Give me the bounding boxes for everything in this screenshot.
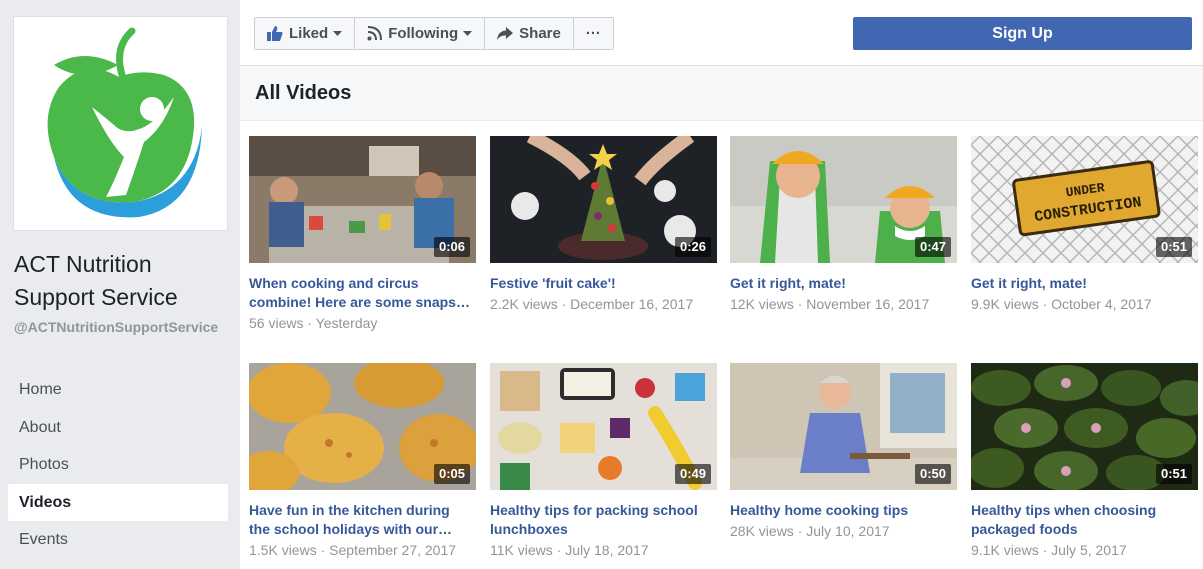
share-arrow-icon [497,27,514,40]
video-views: 9.1K views [971,542,1039,558]
more-options-icon: ··· [585,25,601,42]
page-handle[interactable]: @ACTNutritionSupportService [14,318,229,336]
video-thumbnail[interactable]: 0:26 [490,136,717,263]
video-duration: 0:05 [433,464,470,484]
video-title-line-1: Festive 'fruit cake'! [490,275,616,291]
profile-picture[interactable] [13,16,228,231]
video-thumbnail[interactable]: 0:05 [249,363,476,490]
video-thumbnail[interactable]: 0:50 [730,363,957,490]
video-title-line-1: When cooking and circus [249,275,419,291]
video-title[interactable]: When cooking and circus combine! Here ar… [249,274,476,312]
video-title-line-1: Healthy tips for packing school [490,502,698,518]
video-date: July 18, 2017 [565,542,649,558]
video-title[interactable]: Festive 'fruit cake'! [490,274,717,293]
nav-item-videos[interactable]: Videos [8,483,228,521]
video-thumbnail[interactable]: 0:49 [490,363,717,490]
video-meta: 56 views · Yesterday [249,315,378,331]
video-title-line-2: combine! Here are some snaps… [249,294,470,310]
video-title-line-1: Healthy tips when choosing [971,502,1157,518]
thumbs-up-icon [267,26,283,41]
caret-down-icon [463,30,473,36]
page-name-line-2: Support Service [14,284,178,310]
video-views: 12K views [730,296,794,312]
video-title[interactable]: Healthy tips for packing school lunchbox… [490,501,717,539]
nav-item-photos[interactable]: Photos [8,446,228,484]
share-button[interactable]: Share [485,18,574,49]
video-title[interactable]: Healthy tips when choosing packaged food… [971,501,1198,539]
video-duration: 0:51 [1155,464,1192,484]
video-views: 2.2K views [490,296,558,312]
video-title-line-1: Get it right, mate! [730,275,846,291]
section-title: All Videos [240,66,1203,121]
video-duration: 0:47 [914,237,951,257]
video-views: 9.9K views [971,296,1039,312]
video-title[interactable]: Have fun in the kitchen during the schoo… [249,501,476,539]
video-views: 11K views [490,542,553,558]
video-title-line-1: Healthy home cooking tips [730,502,909,518]
video-date: September 27, 2017 [329,542,457,558]
video-views: 56 views [249,315,304,331]
video-meta: 2.2K views · December 16, 2017 [490,296,694,312]
video-thumbnail[interactable]: UNDER CONSTRUCTION 0:51 [971,136,1198,263]
video-title-line-1: Get it right, mate! [971,275,1087,291]
video-duration: 0:26 [674,237,711,257]
video-meta: 28K views · July 10, 2017 [730,523,890,539]
following-label: Following [388,25,459,42]
page-name[interactable]: ACT Nutrition Support Service [14,248,234,314]
following-button[interactable]: Following [355,18,486,49]
liked-label: Liked [289,25,329,42]
video-title-line-2: packaged foods [971,521,1078,537]
left-column: ACT Nutrition Support Service @ACTNutrit… [0,0,240,569]
apple-logo-icon [47,27,202,218]
video-title[interactable]: Healthy home cooking tips [730,501,957,520]
video-duration: 0:49 [674,464,711,484]
video-date: December 16, 2017 [570,296,694,312]
video-duration: 0:50 [914,464,951,484]
video-date: July 5, 2017 [1051,542,1127,558]
video-title-line-2: the school holidays with our… [249,521,453,537]
nav-item-about[interactable]: About [8,409,228,447]
action-button-group: Liked Following Share ··· [254,17,614,50]
video-thumbnail[interactable]: 0:51 [971,363,1198,490]
video-title[interactable]: Get it right, mate! [730,274,957,293]
video-meta: 11K views · July 18, 2017 [490,542,649,558]
video-duration: 0:51 [1155,237,1192,257]
nav-item-home[interactable]: Home [8,371,228,409]
video-title-line-2: lunchboxes [490,521,568,537]
liked-button[interactable]: Liked [255,18,356,49]
video-meta: 1.5K views · September 27, 2017 [249,542,457,558]
rss-icon [367,26,383,41]
video-meta: 9.9K views · October 4, 2017 [971,296,1152,312]
page-action-bar: Liked Following Share ··· Sign Up [240,0,1203,66]
nav-item-events[interactable]: Events [8,521,228,559]
video-date: Yesterday [315,315,378,331]
page-name-line-1: ACT Nutrition [14,251,152,277]
video-thumbnail[interactable]: 0:47 [730,136,957,263]
sign-up-button[interactable]: Sign Up [853,17,1192,50]
video-date: October 4, 2017 [1051,296,1152,312]
share-label: Share [519,25,561,42]
video-duration: 0:06 [433,237,470,257]
video-title-line-1: Have fun in the kitchen during [249,502,450,518]
video-meta: 12K views · November 16, 2017 [730,296,930,312]
video-views: 1.5K views [249,542,317,558]
video-meta: 9.1K views · July 5, 2017 [971,542,1127,558]
page-nav: Home About Photos Videos Events [8,371,228,559]
caret-down-icon [333,30,343,36]
video-views: 28K views [730,523,794,539]
video-date: July 10, 2017 [806,523,890,539]
video-title[interactable]: Get it right, mate! [971,274,1198,293]
video-date: November 16, 2017 [806,296,930,312]
video-thumbnail[interactable]: 0:06 [249,136,476,263]
more-options-button[interactable]: ··· [574,18,613,49]
videos-section: All Videos 0:06 When cooking and circus … [240,66,1203,569]
